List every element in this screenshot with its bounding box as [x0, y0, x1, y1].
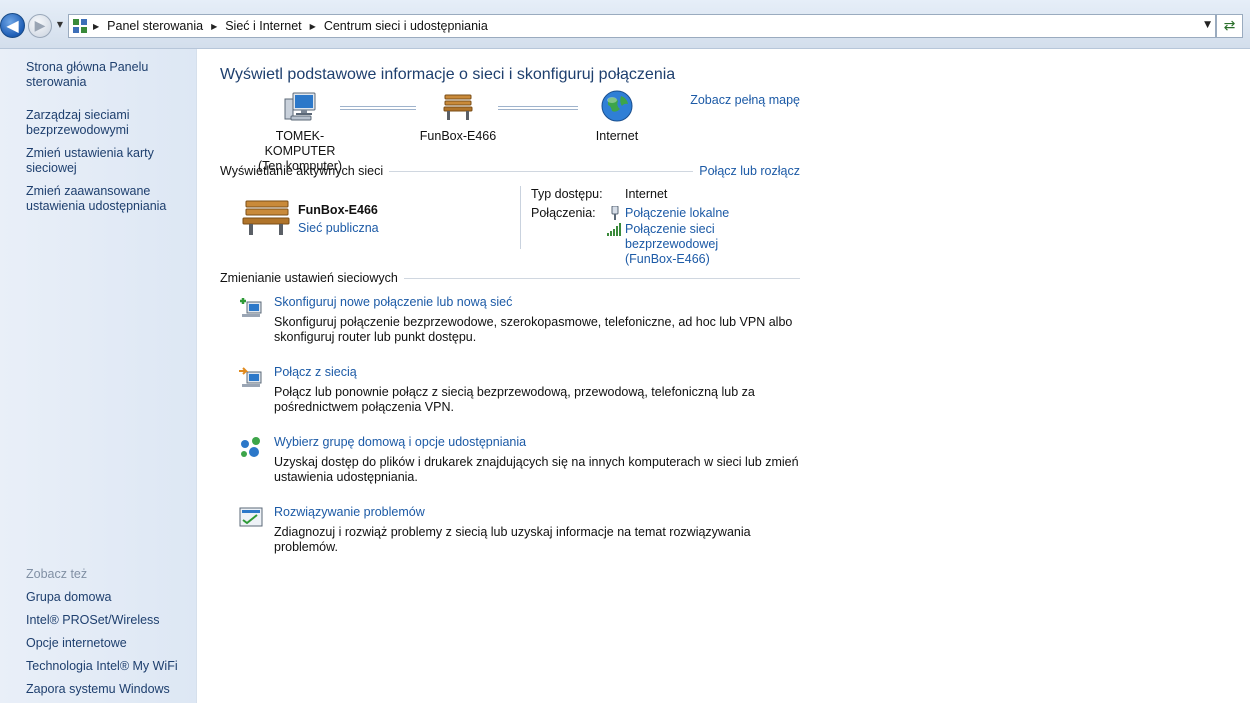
- task-homegroup-sharing: Wybierz grupę domową i opcje udostępnian…: [238, 435, 808, 485]
- address-bar[interactable]: ▶ Panel sterowania ▶ Sieć i Internet ▶ C…: [68, 14, 1216, 38]
- refresh-icon: ⇄: [1223, 18, 1236, 34]
- change-settings-heading: Zmienianie ustawień sieciowych: [220, 271, 398, 285]
- arrow-right-icon: ▶: [34, 18, 46, 34]
- connection-wireless-ssid[interactable]: (FunBox-E466): [625, 252, 800, 267]
- map-connection-line: [498, 106, 578, 110]
- task-setup-connection: Skonfiguruj nowe połączenie lub nową sie…: [238, 295, 808, 345]
- internet-globe-icon: [601, 90, 633, 122]
- section-divider: [403, 277, 800, 279]
- refresh-button[interactable]: ⇄: [1216, 14, 1243, 38]
- map-node-network[interactable]: FunBox-E466: [414, 89, 502, 144]
- see-also-homegroup[interactable]: Grupa domowa: [26, 590, 186, 605]
- connection-wireless-name[interactable]: Połączenie sieci bezprzewodowej: [625, 222, 800, 252]
- see-full-map-link[interactable]: Zobacz pełną mapę: [690, 93, 800, 107]
- breadcrumb: ▶ Panel sterowania ▶ Sieć i Internet ▶ C…: [93, 15, 488, 37]
- change-settings-header: Zmienianie ustawień sieciowych: [220, 271, 800, 285]
- arrow-left-icon: ◀: [6, 16, 19, 35]
- sidebar-link-control-panel-home[interactable]: Strona główna Panelu sterowania: [26, 60, 186, 90]
- task-setup-connection-link[interactable]: Skonfiguruj nowe połączenie lub nową sie…: [274, 295, 512, 309]
- task-troubleshoot: Rozwiązywanie problemów Zdiagnozuj i roz…: [238, 505, 808, 554]
- troubleshoot-icon: [239, 507, 263, 527]
- section-divider: [389, 170, 694, 172]
- connection-local-link[interactable]: Połączenie lokalne: [625, 206, 729, 221]
- see-also-heading: Zobacz też: [26, 567, 88, 581]
- control-panel-icon: [73, 19, 87, 33]
- forward-button[interactable]: ▶: [28, 14, 52, 38]
- task-troubleshoot-desc: Zdiagnozuj i rozwiąż problemy z siecią l…: [274, 525, 751, 554]
- chevron-down-icon: ▼: [56, 20, 64, 29]
- task-homegroup-sharing-link[interactable]: Wybierz grupę domową i opcje udostępnian…: [274, 435, 526, 449]
- sidebar: Strona główna Panelu sterowania Zarządza…: [0, 49, 197, 703]
- breadcrumb-separator-icon[interactable]: ▶: [310, 22, 316, 31]
- map-connection-line: [340, 106, 416, 110]
- sidebar-link-advanced-sharing[interactable]: Zmień zaawansowane ustawienia udostępnia…: [26, 184, 186, 214]
- task-connect-to-network-desc: Połącz lub ponownie połącz z siecią bezp…: [274, 385, 755, 414]
- connect-disconnect-link[interactable]: Połącz lub rozłącz: [699, 164, 800, 178]
- wireless-signal-icon: [607, 223, 621, 236]
- breadcrumb-network-center[interactable]: Centrum sieci i udostępniania: [324, 19, 488, 33]
- back-button[interactable]: ◀: [0, 13, 25, 38]
- sidebar-link-adapter-settings[interactable]: Zmień ustawienia karty sieciowej: [26, 146, 186, 176]
- see-also-windows-firewall[interactable]: Zapora systemu Windows: [26, 682, 186, 697]
- public-network-bench-icon: [242, 200, 290, 235]
- breadcrumb-separator-icon[interactable]: ▶: [211, 22, 217, 31]
- network-type-link[interactable]: Sieć publiczna: [298, 221, 379, 235]
- breadcrumb-network-internet[interactable]: Sieć i Internet: [225, 19, 301, 33]
- connections-label: Połączenia:: [531, 206, 596, 220]
- active-networks-heading: Wyświetlanie aktywnych sieci: [220, 164, 384, 178]
- see-also-intel-my-wifi[interactable]: Technologia Intel® My WiFi: [26, 659, 186, 674]
- active-networks-header: Wyświetlanie aktywnych sieci Połącz lub …: [220, 164, 800, 178]
- connect-network-icon: [239, 367, 262, 387]
- task-connect-to-network: Połącz z siecią Połącz lub ponownie połą…: [238, 365, 808, 415]
- ethernet-plug-icon: [611, 206, 619, 220]
- internet-label: Internet: [595, 129, 639, 143]
- new-connection-icon: [240, 298, 262, 317]
- computer-icon: [284, 92, 316, 121]
- vertical-divider: [520, 186, 521, 249]
- page-title: Wyświetl podstawowe informacje o sieci i…: [220, 66, 676, 83]
- navigation-bar: ◀ ▶ ▼ ▶ Panel sterowania ▶ Sieć i Intern…: [0, 0, 1250, 49]
- task-troubleshoot-link[interactable]: Rozwiązywanie problemów: [274, 505, 425, 519]
- connection-wireless-link[interactable]: Połączenie sieci bezprzewodowej (FunBox-…: [625, 222, 800, 267]
- access-type-value: Internet: [625, 187, 668, 201]
- homegroup-icon: [241, 437, 260, 457]
- breadcrumb-control-panel[interactable]: Panel sterowania: [107, 19, 203, 33]
- task-setup-connection-desc: Skonfiguruj połączenie bezprzewodowe, sz…: [274, 315, 793, 344]
- map-node-internet[interactable]: Internet: [584, 89, 650, 144]
- recent-pages-button[interactable]: ▼: [54, 18, 66, 32]
- sidebar-link-manage-wireless[interactable]: Zarządzaj sieciami bezprzewodowymi: [26, 108, 186, 138]
- active-network-name: FunBox-E466: [298, 203, 378, 217]
- address-history-dropdown-icon[interactable]: ▼: [1204, 20, 1211, 30]
- network-name: FunBox-E466: [419, 129, 497, 143]
- main-content: Wyświetl podstawowe informacje o sieci i…: [220, 49, 800, 703]
- public-network-bench-icon: [443, 94, 473, 120]
- task-homegroup-sharing-desc: Uzyskaj dostęp do plików i drukarek znaj…: [274, 455, 799, 484]
- see-also-internet-options[interactable]: Opcje internetowe: [26, 636, 186, 651]
- see-also-intel-proset[interactable]: Intel® PROSet/Wireless: [26, 613, 186, 628]
- task-connect-to-network-link[interactable]: Połącz z siecią: [274, 365, 357, 379]
- map-node-computer[interactable]: TOMEK-KOMPUTER (Ten komputer): [246, 89, 354, 174]
- breadcrumb-separator-icon[interactable]: ▶: [93, 22, 99, 31]
- access-type-label: Typ dostępu:: [531, 187, 603, 201]
- computer-name: TOMEK-KOMPUTER: [264, 129, 336, 158]
